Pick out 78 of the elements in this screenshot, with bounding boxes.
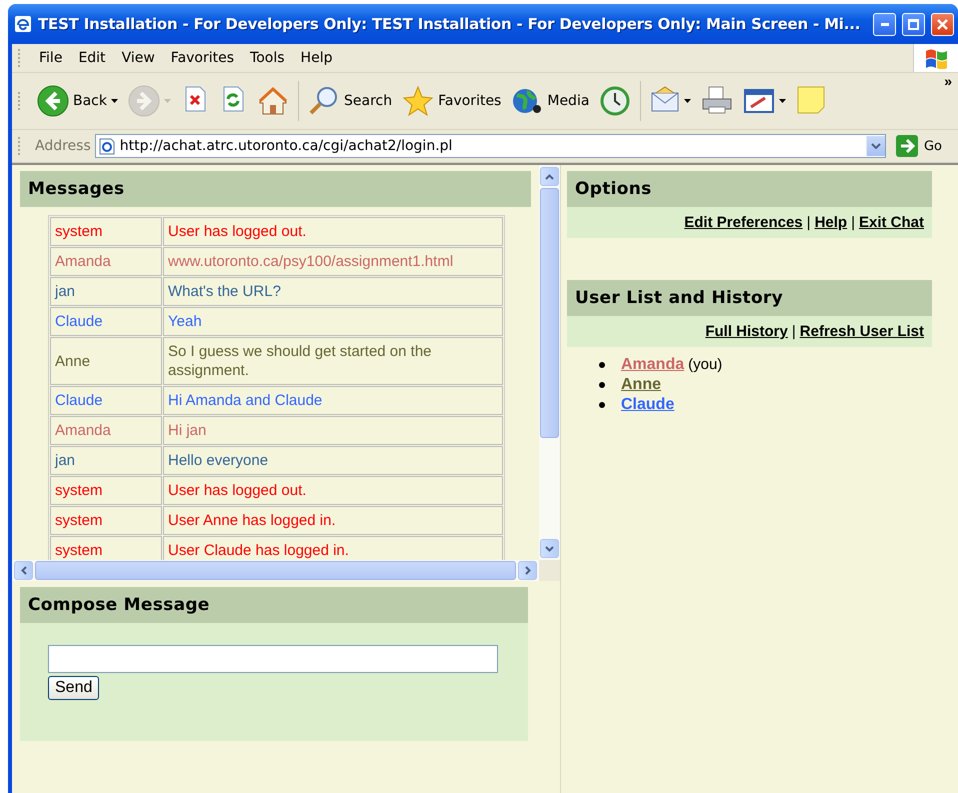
section-heading: Compose Message xyxy=(20,587,528,623)
sender-cell: Amanda xyxy=(50,247,162,276)
menu-item[interactable]: Help xyxy=(292,50,340,66)
menu-item[interactable]: Favorites xyxy=(162,50,242,66)
section-heading: User List and History xyxy=(567,280,932,316)
home-icon xyxy=(257,85,289,117)
sender-cell: system xyxy=(50,476,162,505)
address-label: Address xyxy=(35,138,91,154)
close-button[interactable] xyxy=(931,12,954,36)
search-button[interactable]: Search xyxy=(304,81,396,121)
send-button[interactable]: Send xyxy=(48,676,100,700)
menu-item[interactable]: Edit xyxy=(70,50,114,66)
sender-cell: Amanda xyxy=(50,416,162,445)
browser-icon xyxy=(14,15,32,33)
message-cell: User Anne has logged in. xyxy=(163,506,503,535)
maximize-button[interactable] xyxy=(902,12,925,36)
back-button[interactable]: Back xyxy=(33,81,122,121)
forward-icon xyxy=(128,85,160,117)
sender-cell: Claude xyxy=(50,307,162,336)
link[interactable]: Full History xyxy=(705,323,788,340)
message-cell: User has logged out. xyxy=(163,476,503,505)
scrollbar-corner xyxy=(539,560,560,581)
star-icon xyxy=(402,85,434,117)
message-cell: User has logged out. xyxy=(163,217,503,246)
menu-item[interactable]: Tools xyxy=(242,50,293,66)
separator: | xyxy=(851,214,855,231)
search-icon xyxy=(308,85,340,117)
sender-cell: system xyxy=(50,506,162,535)
sender-cell: jan xyxy=(50,277,162,306)
page-icon xyxy=(98,137,116,155)
message-cell: What's the URL? xyxy=(163,277,503,306)
scroll-left-icon[interactable] xyxy=(20,566,26,575)
separator: | xyxy=(792,323,796,340)
address-field[interactable]: http://achat.atrc.utoronto.ca/cgi/achat2/login.pl xyxy=(94,134,886,158)
link[interactable]: Help xyxy=(814,214,848,231)
sender-cell: Claude xyxy=(50,386,162,415)
separator: | xyxy=(806,214,811,231)
media-button[interactable]: Media xyxy=(507,81,594,121)
windows-logo-icon xyxy=(924,47,948,69)
minimize-icon xyxy=(880,22,888,26)
window-title: TEST Installation - For Developers Only: TEST Installation - For Developers Only: Main Screen - Mi... xyxy=(38,15,862,33)
message-cell: Hi jan xyxy=(163,416,503,445)
sender-cell: system xyxy=(50,217,162,246)
horizontal-scrollbar[interactable] xyxy=(12,560,539,581)
back-icon xyxy=(37,85,69,117)
message-cell: So I guess we should get started on the assignment. xyxy=(163,337,503,385)
scroll-up-icon[interactable] xyxy=(545,174,554,180)
scroll-right-icon[interactable] xyxy=(524,566,530,575)
favorites-button[interactable]: Favorites xyxy=(398,81,506,121)
bullet-icon xyxy=(599,382,605,388)
link[interactable]: Refresh User List xyxy=(800,323,924,340)
menu-item[interactable]: File xyxy=(31,50,70,66)
scroll-down-icon[interactable] xyxy=(545,546,554,552)
vertical-scrollbar[interactable] xyxy=(539,165,560,560)
menu-item[interactable]: View xyxy=(114,50,163,66)
message-cell: Yeah xyxy=(163,307,503,336)
bullet-icon xyxy=(599,362,605,368)
link[interactable]: Edit Preferences xyxy=(684,214,803,231)
message-field[interactable] xyxy=(48,645,498,673)
sender-cell: Anne xyxy=(50,337,162,385)
link[interactable]: Exit Chat xyxy=(858,214,924,231)
history-icon xyxy=(599,85,632,117)
section-heading: Options xyxy=(567,171,932,207)
more-chevron[interactable]: » xyxy=(944,73,952,89)
bullet-icon xyxy=(599,402,605,408)
section-heading: Messages xyxy=(20,171,531,207)
sender-cell: jan xyxy=(50,446,162,475)
maximize-icon xyxy=(908,18,919,30)
message-cell: Hi Amanda and Claude xyxy=(163,386,503,415)
user-note: (you) xyxy=(688,355,722,375)
message-cell: Hello everyone xyxy=(163,446,503,475)
dropdown-icon[interactable] xyxy=(870,143,881,149)
user-link[interactable]: Claude xyxy=(621,395,674,415)
close-icon xyxy=(937,18,948,30)
message-cell: www.utoronto.ca/psy100/assignment1.html xyxy=(163,247,503,276)
go-button[interactable]: Go xyxy=(890,135,948,157)
user-link[interactable]: Anne xyxy=(621,375,661,395)
minimize-button[interactable] xyxy=(873,12,896,36)
